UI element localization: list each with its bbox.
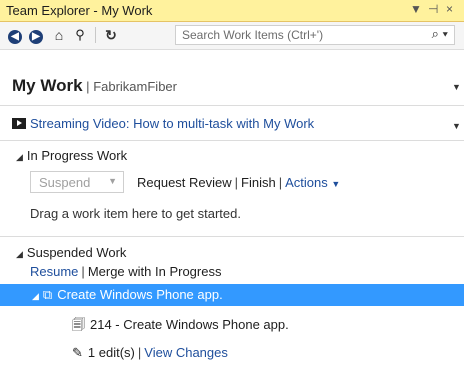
divider: [0, 105, 464, 106]
toolbar-separator: [95, 27, 96, 43]
view-changes-link[interactable]: View Changes: [144, 345, 228, 360]
toolbar: ◀ ▶ ⌂ ⚲ ↻ Search Work Items (Ctrl+') ⌕ ▾: [0, 22, 464, 50]
search-dropdown-icon[interactable]: ▾: [443, 26, 448, 41]
pencil-icon: ✎: [72, 345, 83, 360]
back-arrow-icon: ◀: [8, 30, 22, 44]
refresh-icon: ↻: [105, 27, 117, 43]
divider: [0, 236, 464, 237]
suspended-actions: Resume | Merge with In Progress: [30, 264, 222, 279]
plug-icon: ⚲: [75, 27, 85, 42]
expand-triangle-icon[interactable]: ◢: [32, 291, 39, 301]
suspended-work-icon: ⧉: [42, 287, 53, 302]
suspended-item-title: Create Windows Phone app.: [57, 287, 223, 302]
suspend-button[interactable]: Suspend ▼: [30, 171, 124, 193]
merge-link[interactable]: Merge with In Progress: [88, 264, 222, 279]
back-button[interactable]: ◀: [6, 26, 24, 44]
home-icon: ⌂: [54, 27, 64, 43]
resume-link[interactable]: Resume: [30, 264, 78, 279]
collapse-triangle-icon[interactable]: ◢: [16, 249, 23, 259]
collapse-triangle-icon[interactable]: ◢: [16, 152, 23, 162]
title-bar: Team Explorer - My Work ▼ ⊣ ×: [0, 0, 464, 22]
work-item-icon: 🗐: [72, 317, 85, 332]
drop-hint: Drag a work item here to get started.: [30, 206, 241, 221]
window-title: Team Explorer - My Work: [6, 3, 153, 18]
suspended-item-selected[interactable]: ◢ ⧉ Create Windows Phone app.: [0, 284, 464, 306]
search-input[interactable]: Search Work Items (Ctrl+') ⌕ ▾: [175, 25, 455, 45]
work-item-row[interactable]: 🗐 214 - Create Windows Phone app.: [72, 316, 289, 338]
work-item-label: 214 - Create Windows Phone app.: [90, 317, 289, 332]
video-dropdown-icon[interactable]: ▼: [452, 121, 461, 131]
forward-arrow-icon: ▶: [29, 30, 43, 44]
pin-icon[interactable]: ⊣: [428, 2, 438, 16]
video-link-text[interactable]: Streaming Video: How to multi-task with …: [30, 116, 314, 131]
suspended-title: Suspended Work: [26, 245, 127, 260]
divider: [0, 140, 464, 141]
request-review-link[interactable]: Request Review: [137, 175, 232, 190]
suspended-section-header[interactable]: ◢ Suspended Work: [16, 245, 126, 260]
suspend-dropdown-icon[interactable]: ▼: [108, 176, 117, 186]
close-icon[interactable]: ×: [446, 2, 453, 16]
window-menu-icon[interactable]: ▼: [410, 2, 422, 16]
work-actions: Request Review | Finish | Actions ▼: [137, 175, 341, 190]
header-dropdown-icon[interactable]: ▼: [452, 82, 461, 92]
edits-row: ✎ 1 edit(s) | View Changes: [72, 345, 228, 360]
edits-count: 1 edit(s): [87, 345, 135, 360]
video-icon: [12, 118, 26, 129]
suspend-label: Suspend: [39, 175, 91, 190]
home-button[interactable]: ⌂: [50, 26, 68, 44]
search-icon[interactable]: ⌕ ▾: [432, 26, 448, 42]
in-progress-section-header[interactable]: ◢ In Progress Work: [16, 148, 127, 163]
finish-link[interactable]: Finish: [241, 175, 276, 190]
actions-dropdown-icon: ▼: [331, 179, 341, 189]
refresh-button[interactable]: ↻: [102, 26, 120, 44]
in-progress-title: In Progress Work: [26, 148, 128, 163]
project-name: FabrikamFiber: [93, 79, 177, 94]
connect-button[interactable]: ⚲: [71, 26, 89, 44]
page-header: My Work | FabrikamFiber: [12, 76, 177, 96]
video-link[interactable]: Streaming Video: How to multi-task with …: [12, 116, 314, 131]
forward-button[interactable]: ▶: [27, 26, 45, 44]
header-separator: |: [86, 79, 90, 94]
search-placeholder: Search Work Items (Ctrl+'): [182, 28, 324, 42]
actions-menu[interactable]: Actions ▼: [285, 175, 340, 190]
page-title: My Work: [12, 76, 83, 95]
